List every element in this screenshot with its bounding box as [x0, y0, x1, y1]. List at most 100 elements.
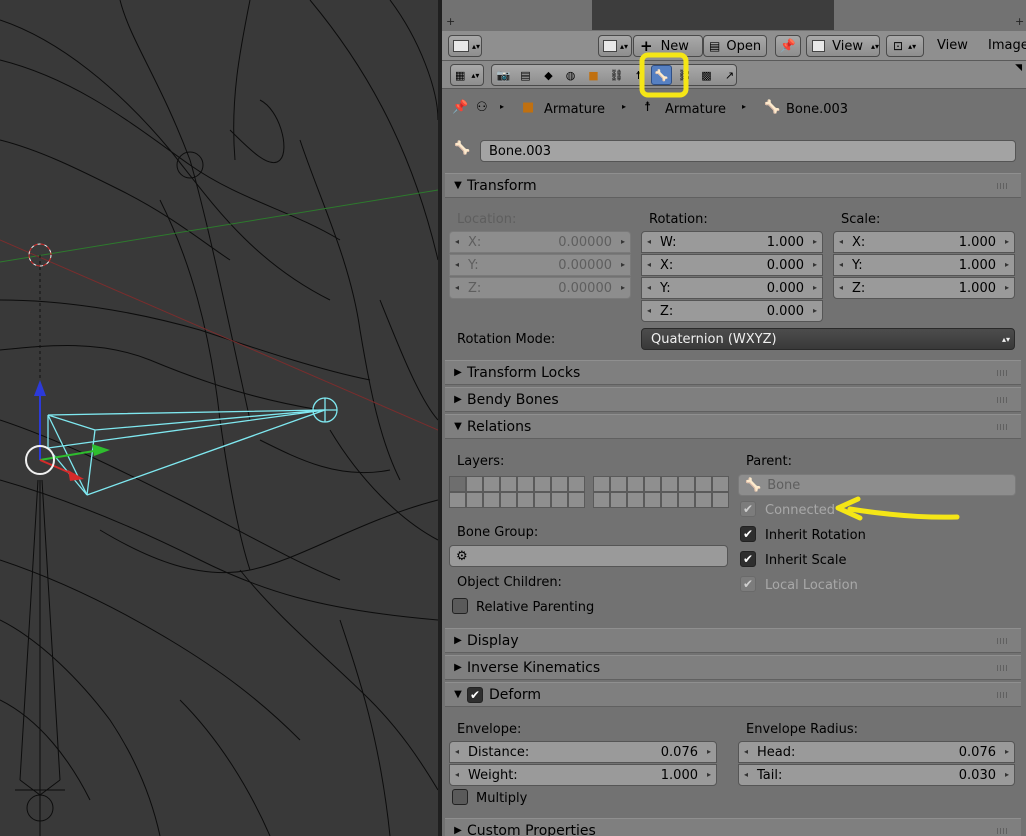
area-corner-icon[interactable]: + [1015, 15, 1024, 28]
bone-layer-button[interactable] [695, 492, 712, 508]
bone-layer-button[interactable] [466, 492, 483, 508]
bone-layer-button[interactable] [610, 492, 627, 508]
bone-layer-button[interactable] [644, 476, 661, 492]
chevron-updown-icon: ▴▾ [620, 41, 629, 51]
bone-layer-button[interactable] [627, 492, 644, 508]
triangle-down-icon: ▼ [454, 689, 462, 700]
bone-layer-button[interactable] [517, 476, 534, 492]
location-label: Location: [457, 212, 517, 227]
texture-tab-icon[interactable]: ▩ [696, 65, 717, 85]
triangle-down-icon: ▼ [454, 180, 462, 191]
bone-layer-button[interactable] [712, 476, 729, 492]
constraints-tab-icon[interactable]: ⛓ [606, 65, 627, 85]
envelope-weight-field[interactable]: ◂ Weight: 1.000 ▸ [449, 764, 717, 786]
bone-layer-button[interactable] [593, 476, 610, 492]
envelope-distance-field[interactable]: ◂ Distance: 0.076 ▸ [449, 741, 717, 763]
bone-layer-button[interactable] [517, 492, 534, 508]
transform-locks-panel-header[interactable]: ▶ Transform Locks [445, 360, 1021, 385]
bone-layer-button[interactable] [568, 476, 585, 492]
triangle-down-icon: ▼ [454, 421, 462, 432]
menu-image[interactable]: Image [988, 38, 1026, 53]
bone-layer-button[interactable] [695, 476, 712, 492]
bone-layer-button[interactable] [610, 476, 627, 492]
scale-z-field[interactable]: ◂ Z: 1.000 ▸ [833, 277, 1015, 299]
bone-layer-button[interactable] [551, 492, 568, 508]
render-tab-icon[interactable]: 📷 [493, 65, 514, 85]
chevron-right-icon: ▸ [500, 102, 505, 111]
bone-layer-button[interactable] [500, 492, 517, 508]
scene-tab-icon[interactable]: ◆ [538, 65, 559, 85]
deform-panel-header[interactable]: ▼ ✔ Deform [445, 682, 1021, 707]
envelope-label: Envelope: [457, 722, 522, 737]
bone-layer-button[interactable] [534, 476, 551, 492]
render-layers-tab-icon[interactable]: ▤ [515, 65, 536, 85]
envelope-head-radius-field[interactable]: ◂ Head: 0.076 ▸ [738, 741, 1015, 763]
custom-properties-panel-header[interactable]: ▶ Custom Properties [445, 818, 1021, 836]
display-panel-header[interactable]: ▶ Display [445, 628, 1021, 653]
bone-icon: 🦴 [745, 477, 762, 493]
menu-view[interactable]: View [937, 38, 968, 53]
image-browse-button[interactable]: ▴▾ [598, 35, 632, 57]
transform-panel-header[interactable]: ▼ Transform [445, 173, 1021, 198]
pin-button[interactable]: 📌 [775, 35, 801, 57]
editor-type-button[interactable]: ▴▾ [448, 35, 482, 57]
inherit-rotation-checkbox[interactable]: ✔ [740, 526, 756, 542]
bone-name-field[interactable]: Bone.003 [480, 140, 1016, 162]
local-location-checkbox[interactable]: ✔ [740, 576, 756, 592]
relative-parenting-label: Relative Parenting [476, 600, 595, 615]
parent-field[interactable]: 🦴 Bone [738, 474, 1016, 496]
location-y-field[interactable]: ◂ Y: 0.00000 ▸ [449, 254, 631, 276]
bone-layer-button[interactable] [551, 476, 568, 492]
bone-layer-button[interactable] [483, 492, 500, 508]
pin-icon[interactable]: 📌 [452, 100, 468, 115]
rotation-mode-select[interactable]: Quaternion (WXYZ) ▴▾ [641, 328, 1015, 350]
bone-layer-button[interactable] [593, 492, 610, 508]
bone-layer-button[interactable] [500, 476, 517, 492]
inverse-kinematics-panel-header[interactable]: ▶ Inverse Kinematics [445, 655, 1021, 680]
bone-group-field[interactable]: ⚙ [449, 545, 728, 567]
bone-layer-button[interactable] [568, 492, 585, 508]
view-mode-select[interactable]: View ▴▾ [806, 35, 880, 57]
rotation-x-field[interactable]: ◂ X: 0.000 ▸ [641, 254, 823, 276]
location-z-field[interactable]: ◂ Z: 0.00000 ▸ [449, 277, 631, 299]
deform-checkbox[interactable]: ✔ [467, 686, 483, 703]
bone-layer-button[interactable] [661, 492, 678, 508]
inherit-scale-checkbox[interactable]: ✔ [740, 551, 756, 567]
bone-layer-button[interactable] [678, 492, 695, 508]
rotation-w-field[interactable]: ◂ W: 1.000 ▸ [641, 231, 823, 253]
bendy-bones-panel-header[interactable]: ▶ Bendy Bones [445, 387, 1021, 412]
area-corner-icon[interactable]: + [446, 15, 455, 28]
rotation-z-field[interactable]: ◂ Z: 0.000 ▸ [641, 300, 823, 322]
relative-parenting-checkbox[interactable] [452, 598, 468, 614]
object-tab-icon[interactable]: ■ [583, 65, 604, 85]
physics-tab-icon[interactable]: ↗ [719, 65, 740, 85]
connected-checkbox[interactable]: ✔ [740, 501, 756, 517]
editor-type-button[interactable]: ▦ ▴▾ [450, 64, 484, 86]
bone-layer-button[interactable] [449, 492, 466, 508]
scale-x-field[interactable]: ◂ X: 1.000 ▸ [833, 231, 1015, 253]
envelope-tail-radius-field[interactable]: ◂ Tail: 0.030 ▸ [738, 764, 1015, 786]
rotation-y-field[interactable]: ◂ Y: 0.000 ▸ [641, 277, 823, 299]
bone-layer-button[interactable] [678, 476, 695, 492]
bone-layer-button[interactable] [534, 492, 551, 508]
relations-panel-header[interactable]: ▼ Relations [445, 414, 1021, 439]
location-x-field[interactable]: ◂ X: 0.00000 ▸ [449, 231, 631, 253]
multiply-checkbox[interactable] [452, 789, 468, 805]
bone-layer-button[interactable] [661, 476, 678, 492]
connected-label: Connected [765, 503, 836, 518]
pivot-select[interactable]: ⊡ ▴▾ [886, 35, 924, 57]
bone-layer-button[interactable] [712, 492, 729, 508]
3d-viewport[interactable] [0, 0, 438, 836]
bone-layer-button[interactable] [466, 476, 483, 492]
bone-layer-button[interactable] [483, 476, 500, 492]
bone-layer-button[interactable] [627, 476, 644, 492]
arrow-annotation [835, 496, 960, 521]
bone-layer-button[interactable] [644, 492, 661, 508]
world-tab-icon[interactable]: ◍ [560, 65, 581, 85]
triangle-right-icon: ▶ [454, 394, 462, 405]
image-icon [603, 40, 617, 52]
scale-y-field[interactable]: ◂ Y: 1.000 ▸ [833, 254, 1015, 276]
open-image-button[interactable]: ▤ Open [703, 35, 767, 57]
area-corner-icon[interactable]: ◥ [1015, 63, 1022, 73]
bone-layer-button[interactable] [449, 476, 466, 492]
